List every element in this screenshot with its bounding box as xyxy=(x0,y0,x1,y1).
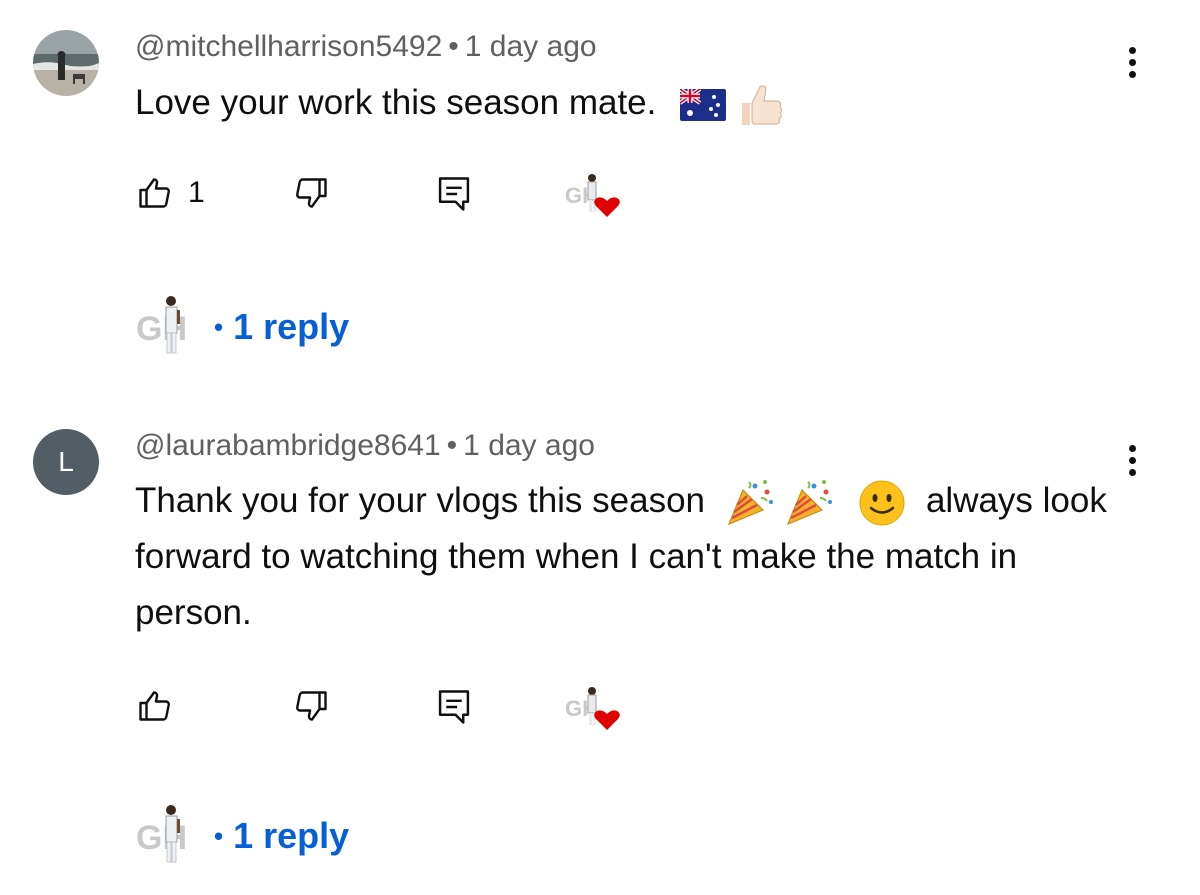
dislike-button[interactable] xyxy=(294,688,330,724)
party-popper-icon xyxy=(787,479,833,525)
view-replies-button[interactable]: GH • 1 reply xyxy=(136,292,349,362)
avatar-letter: L xyxy=(58,446,74,477)
creator-heart-icon: GH xyxy=(565,687,620,730)
replies-count-label: 1 reply xyxy=(233,306,350,347)
thumbs-down-icon xyxy=(296,178,327,208)
separator: • xyxy=(446,429,458,462)
reply-button[interactable] xyxy=(437,688,471,726)
more-options-button[interactable] xyxy=(1122,43,1142,83)
more-options-button[interactable] xyxy=(1122,441,1142,481)
beach-photo-avatar xyxy=(33,30,99,96)
like-button[interactable] xyxy=(136,688,188,724)
replies-link[interactable]: • 1 reply xyxy=(214,815,349,857)
timestamp[interactable]: 1 day ago xyxy=(465,30,597,63)
comment-thread: L @laurabambridge8641 • 1 day ago Thank yo… xyxy=(0,400,1200,895)
avatar[interactable]: L xyxy=(33,429,99,495)
thumbs-up-icon xyxy=(139,178,170,208)
thumbs-up-icon xyxy=(741,85,782,125)
comment-text: Thank you for your vlogs this season alw… xyxy=(135,473,1125,641)
comment-text-part1: Thank you for your vlogs this season xyxy=(135,481,706,520)
like-count: 1 xyxy=(188,176,205,209)
creator-avatar-icon: GH xyxy=(136,296,187,354)
comment-thread: @mitchellharrison5492 • 1 day ago Love you… xyxy=(0,0,1200,400)
comment-text: Love your work this season mate. xyxy=(135,75,1125,131)
timestamp[interactable]: 1 day ago xyxy=(463,429,595,462)
reply-button[interactable] xyxy=(437,175,471,213)
replies-count-label: 1 reply xyxy=(233,815,350,856)
view-replies-button[interactable]: GH • 1 reply xyxy=(136,801,349,871)
creator-avatar-icon: GH xyxy=(136,805,187,863)
party-popper-icon xyxy=(727,479,773,525)
comment-meta: @mitchellharrison5492 • 1 day ago xyxy=(135,30,597,64)
creator-heart-badge: GH xyxy=(563,169,623,219)
avatar[interactable] xyxy=(33,30,99,96)
creator-heart-icon: GH xyxy=(565,174,620,217)
author-handle[interactable]: @laurabambridge8641 xyxy=(135,429,441,462)
comment-text-content: Love your work this season mate. xyxy=(135,83,657,122)
comment-meta: @laurabambridge8641 • 1 day ago xyxy=(135,429,595,463)
separator: • xyxy=(214,311,224,342)
smiling-face-icon xyxy=(859,480,905,526)
thumbs-up-icon xyxy=(139,691,170,721)
dislike-button[interactable] xyxy=(294,175,330,211)
like-button[interactable]: 1 xyxy=(136,175,205,211)
thumbs-down-icon xyxy=(296,691,327,721)
separator: • xyxy=(448,30,459,63)
comment-icon xyxy=(438,177,470,211)
author-handle[interactable]: @mitchellharrison5492 xyxy=(135,30,442,63)
australia-flag-icon xyxy=(680,88,727,121)
comment-actions: 1 GH xyxy=(0,163,1200,223)
creator-heart-badge: GH xyxy=(563,682,623,732)
comment-icon xyxy=(438,690,470,724)
separator: • xyxy=(214,820,224,851)
replies-link[interactable]: • 1 reply xyxy=(214,306,349,348)
comment-actions: GH xyxy=(0,676,1200,736)
